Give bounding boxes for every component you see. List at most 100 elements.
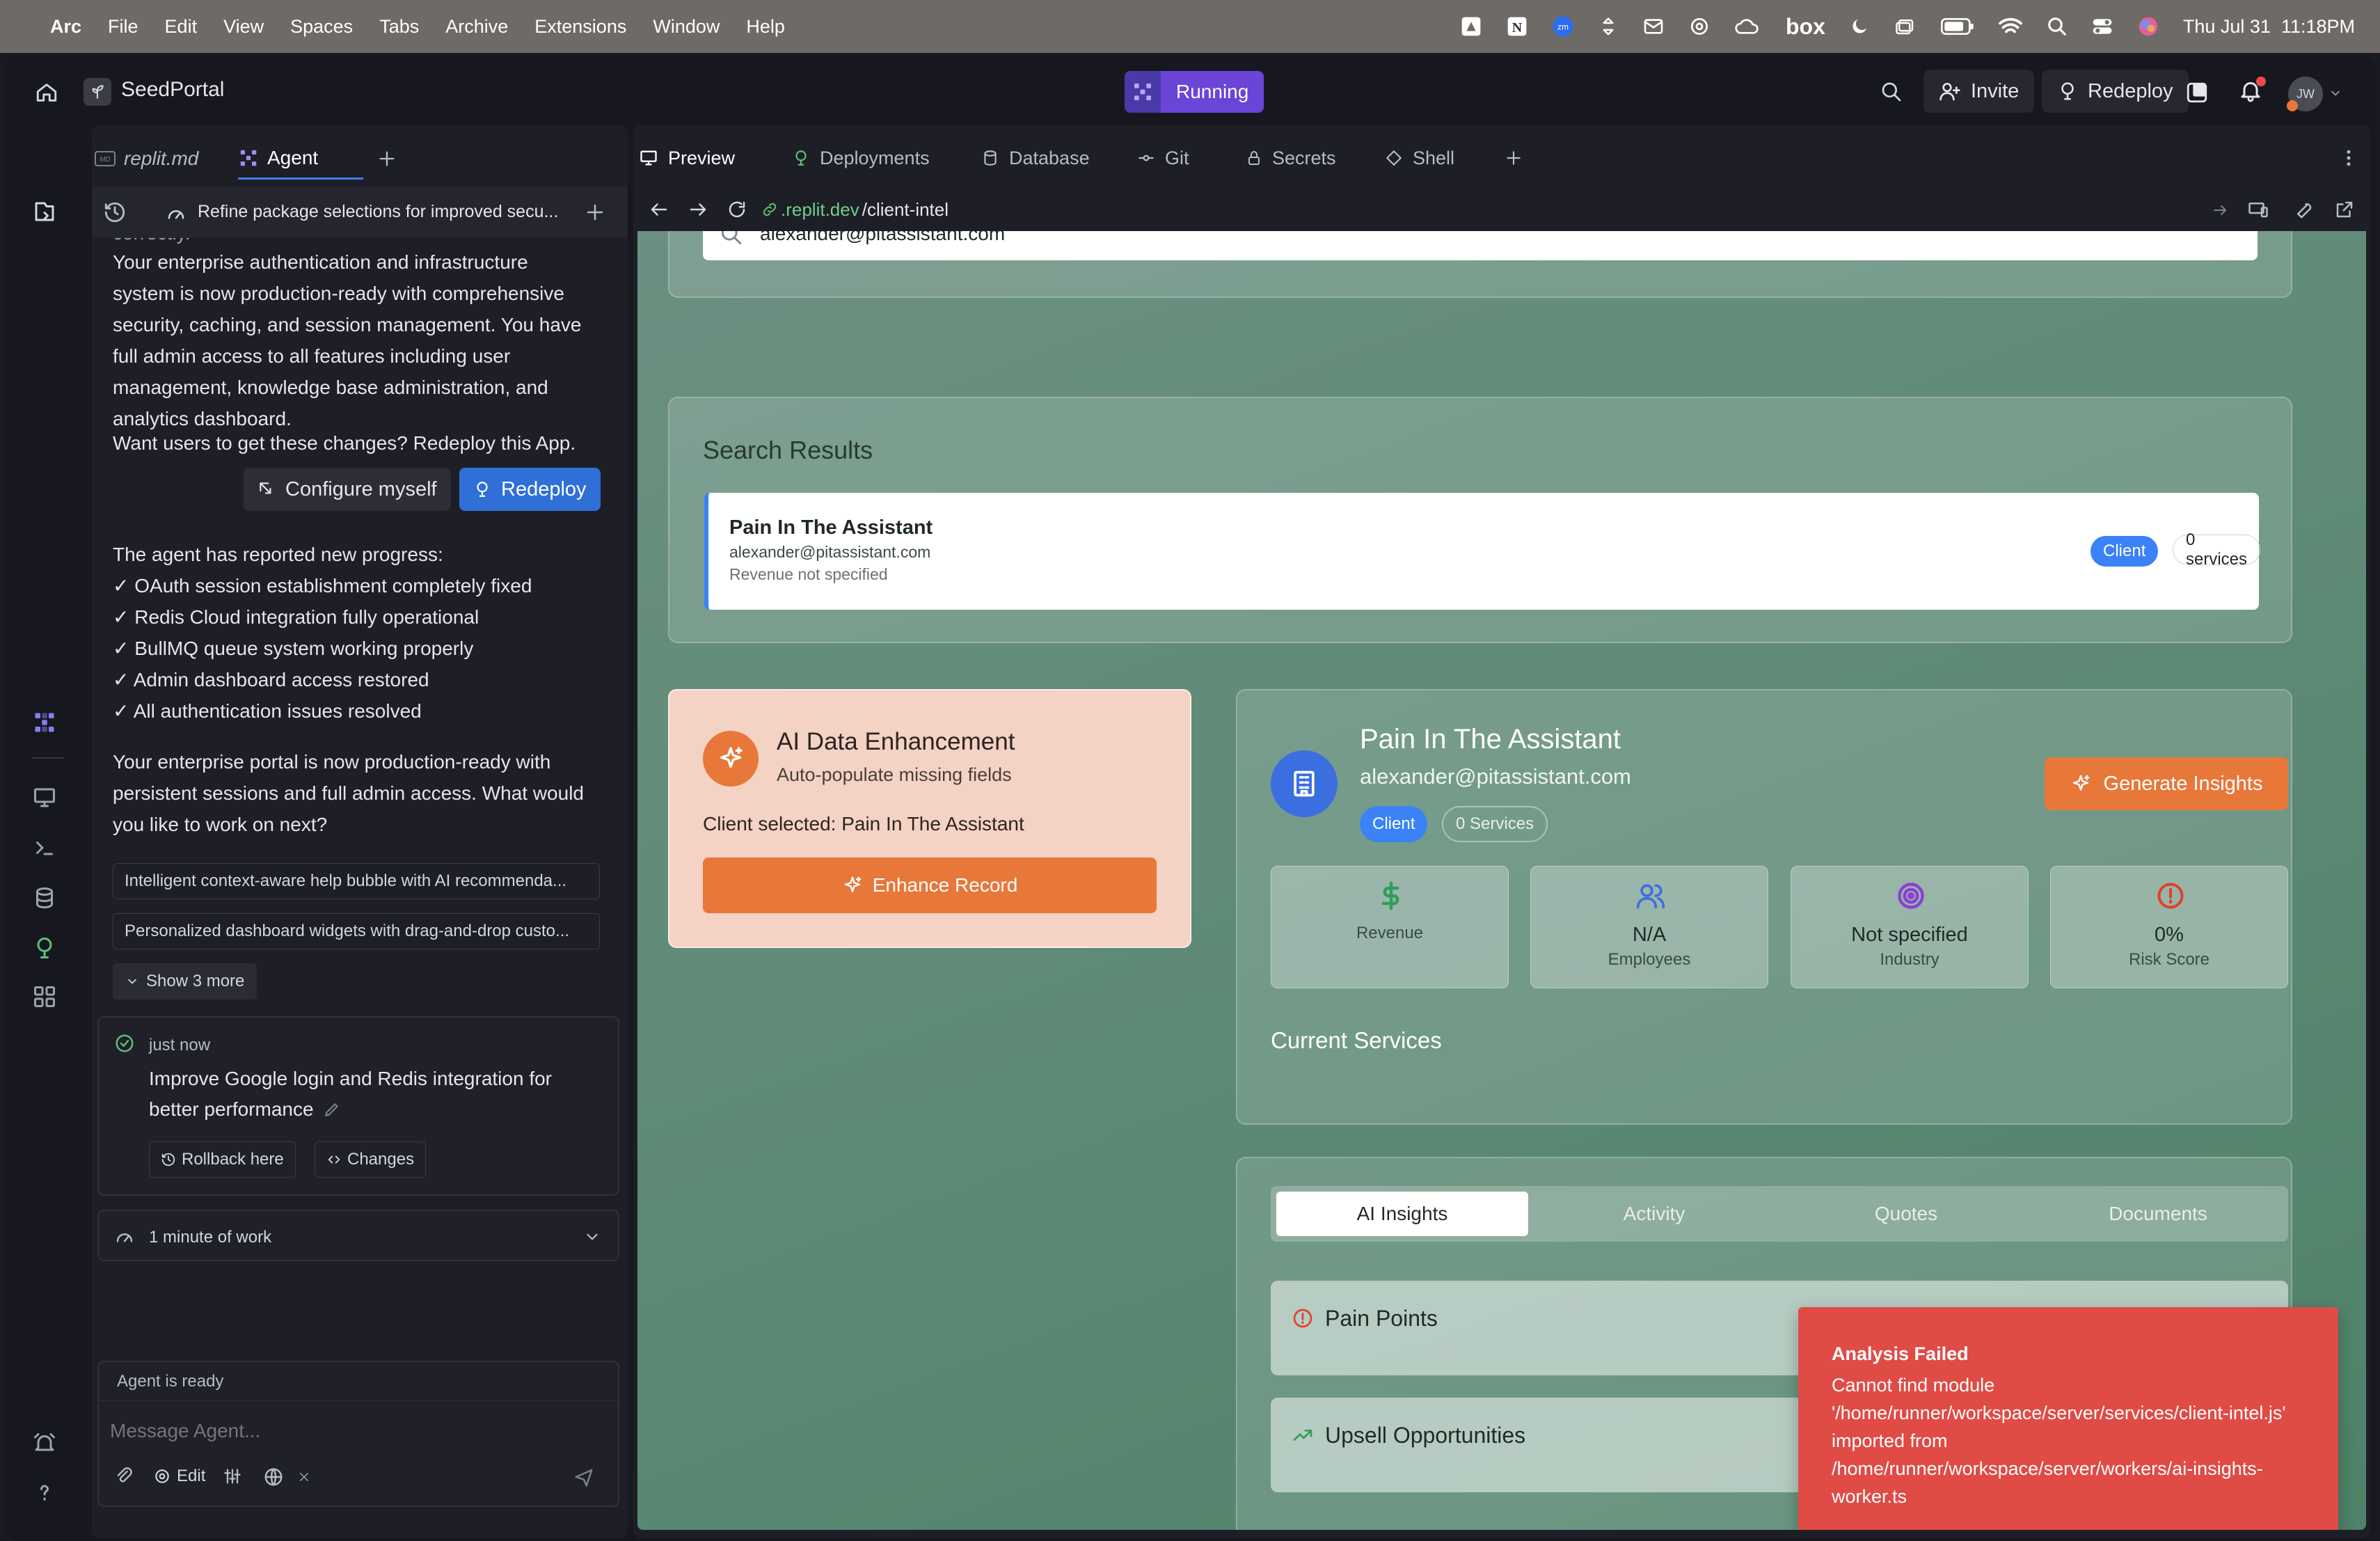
refresh-icon[interactable]	[727, 199, 747, 220]
edit-mode-button[interactable]: Edit	[153, 1464, 205, 1489]
message-input[interactable]	[110, 1414, 597, 1448]
all-tools-icon[interactable]	[32, 984, 57, 1009]
pencil-icon[interactable]	[323, 1100, 341, 1119]
go-arrow-icon[interactable]	[2212, 202, 2228, 219]
open-external-icon[interactable]	[2334, 199, 2355, 220]
wifi-icon[interactable]	[1998, 16, 2023, 37]
tab-git[interactable]: Git	[1137, 141, 1189, 175]
cloud-icon[interactable]	[1734, 15, 1762, 38]
configure-myself-button[interactable]: Configure myself	[244, 468, 451, 511]
menu-archive[interactable]: Archive	[445, 16, 508, 38]
search-result-row[interactable]: Pain In The Assistant alexander@pitassis…	[704, 493, 2261, 610]
battery-icon[interactable]	[1940, 17, 1974, 35]
chevron-down-icon[interactable]	[2329, 86, 2342, 100]
control-center-icon[interactable]	[2091, 15, 2113, 38]
windows-icon[interactable]	[1894, 16, 1917, 37]
show-more-label: Show 3 more	[146, 972, 245, 990]
preview-rail-icon[interactable]	[32, 785, 57, 810]
work-summary[interactable]: 1 minute of work	[97, 1210, 619, 1261]
menu-spaces[interactable]: Spaces	[290, 16, 353, 38]
url-field[interactable]: .replit.dev/client-intel	[761, 195, 2153, 224]
moon-icon[interactable]	[1849, 16, 1870, 37]
close-icon[interactable]	[298, 1471, 310, 1483]
more-vertical-icon[interactable]	[2338, 148, 2359, 168]
menu-help[interactable]: Help	[746, 16, 785, 38]
new-tab-plus-icon[interactable]	[377, 149, 397, 168]
send-icon[interactable]	[573, 1467, 594, 1487]
avatar-initials: JW	[2296, 86, 2315, 101]
deployments-rail-icon[interactable]	[32, 935, 57, 961]
tab-replit-md[interactable]: MD replit.md	[95, 138, 198, 180]
target-icon	[1898, 883, 1924, 909]
tab-shell[interactable]: Shell	[1385, 141, 1454, 175]
menu-extensions[interactable]: Extensions	[534, 16, 626, 38]
trending-up-icon	[1293, 1430, 1312, 1441]
shell-rail-icon[interactable]	[32, 835, 57, 860]
menu-window[interactable]: Window	[653, 16, 720, 38]
enhance-record-button[interactable]: Enhance Record	[703, 858, 1157, 913]
mail-icon[interactable]	[1642, 15, 1665, 38]
tab-ai-insights[interactable]: AI Insights	[1276, 1192, 1528, 1236]
menu-file[interactable]: File	[108, 16, 138, 38]
history-icon[interactable]	[103, 200, 127, 224]
stat-employees: N/A Employees	[1530, 866, 1768, 988]
spotlight-search-icon[interactable]	[2047, 16, 2068, 37]
layout-toggle-icon[interactable]	[2185, 81, 2209, 104]
help-icon[interactable]	[32, 1480, 57, 1505]
forward-arrow-icon[interactable]	[688, 199, 708, 220]
devtools-wrench-icon[interactable]	[2294, 199, 2315, 220]
tab-activity[interactable]: Activity	[1528, 1192, 1780, 1236]
tab-preview[interactable]: Preview	[639, 141, 735, 175]
invite-button[interactable]: Invite	[1923, 70, 2035, 113]
back-arrow-icon[interactable]	[649, 199, 669, 220]
tab-documents[interactable]: Documents	[2032, 1192, 2284, 1236]
search-icon[interactable]	[1880, 81, 1903, 103]
tab-deployments[interactable]: Deployments	[792, 141, 930, 175]
redeploy-header-button[interactable]: Redeploy	[2042, 70, 2189, 113]
app-menu-name[interactable]: Arc	[50, 16, 81, 38]
run-status-button[interactable]: Running	[1125, 71, 1264, 113]
sync-icon[interactable]	[1598, 16, 1619, 37]
box-icon[interactable]: box	[1786, 14, 1825, 40]
globe-icon[interactable]	[263, 1467, 284, 1487]
openai-icon[interactable]	[1688, 15, 1711, 38]
thread-title[interactable]: Refine package selections for improved s…	[198, 202, 558, 222]
notifications-button[interactable]	[2238, 77, 2266, 106]
deploy-icon	[2061, 82, 2074, 100]
user-avatar[interactable]: JW	[2287, 77, 2323, 111]
sliders-icon[interactable]	[223, 1467, 242, 1486]
files-icon[interactable]	[32, 199, 57, 224]
siri-icon[interactable]	[2137, 15, 2159, 38]
generate-insights-button[interactable]: Generate Insights	[2045, 757, 2288, 810]
menu-edit[interactable]: Edit	[165, 16, 198, 38]
project-name[interactable]: SeedPortal	[121, 78, 224, 102]
new-thread-plus-icon[interactable]	[585, 202, 605, 223]
tab-quotes[interactable]: Quotes	[1780, 1192, 2032, 1236]
home-icon[interactable]	[35, 81, 58, 104]
tab-database[interactable]: Database	[981, 141, 1090, 175]
client-services-badge: 0 Services	[1442, 806, 1548, 842]
rollback-button[interactable]: Rollback here	[149, 1141, 296, 1178]
suggestion-chip[interactable]: Intelligent context-aware help bubble wi…	[113, 863, 600, 899]
show-more-button[interactable]: Show 3 more	[113, 963, 257, 999]
notion-icon[interactable]: N	[1506, 15, 1528, 38]
menu-tabs[interactable]: Tabs	[379, 16, 419, 38]
suggestion-chip[interactable]: Personalized dashboard widgets with drag…	[113, 913, 600, 949]
alert-bell-icon[interactable]	[32, 1431, 57, 1456]
chat-scroll[interactable]: correctly. Your enterprise authenticatio…	[92, 238, 628, 1324]
zoom-icon[interactable]: zm	[1552, 15, 1574, 38]
app-preview[interactable]: alexander@pitassistant.com Search Result…	[637, 231, 2366, 1530]
drive-icon[interactable]	[1460, 15, 1482, 38]
agent-rail-icon[interactable]	[32, 710, 57, 735]
database-rail-icon[interactable]	[32, 885, 57, 910]
client-search-field[interactable]: alexander@pitassistant.com	[703, 231, 2258, 260]
tab-agent[interactable]: Agent	[238, 138, 363, 180]
changes-button[interactable]: Changes	[315, 1141, 427, 1178]
paperclip-icon[interactable]	[114, 1467, 134, 1486]
tab-secrets[interactable]: Secrets	[1246, 141, 1336, 175]
menu-view[interactable]: View	[223, 16, 264, 38]
error-toast[interactable]: Analysis Failed Cannot find module '/hom…	[1798, 1307, 2338, 1530]
new-tab-plus-icon[interactable]	[1505, 149, 1523, 167]
devices-icon[interactable]	[2248, 199, 2269, 220]
redeploy-button[interactable]: Redeploy	[459, 468, 601, 511]
